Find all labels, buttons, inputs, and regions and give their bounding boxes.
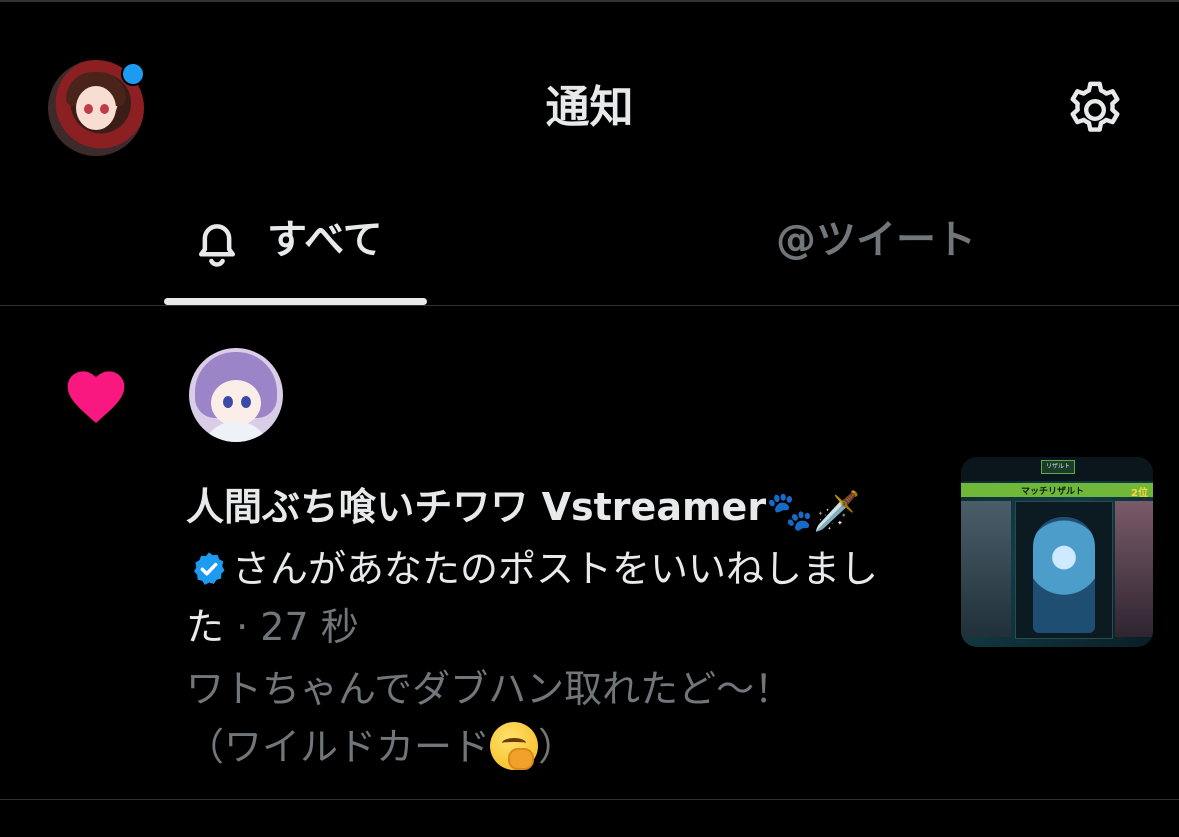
- avatar-body: [203, 422, 269, 442]
- preview-line-2: （ワイルドカード）: [186, 718, 906, 776]
- avatar-face: [211, 380, 261, 426]
- notification-text: 人間ぶち喰いチワワ Vstreamer🐾🗡️さんがあなたのポストをいいねしました…: [186, 478, 906, 656]
- thumbnail-banner-text: マッチリザルト: [1021, 487, 1085, 497]
- name-emoji: 🐾🗡️: [766, 489, 861, 533]
- timestamp: 27 秒: [260, 605, 359, 649]
- bell-icon: [199, 224, 235, 267]
- preview-line-1: ワトちゃんでダブハン取れたど〜！: [186, 667, 793, 711]
- user-name[interactable]: 人間ぶち喰いチワワ Vstreamer: [186, 485, 766, 529]
- heart-icon: [67, 371, 125, 423]
- time-separator: ·: [236, 605, 249, 649]
- post-thumbnail[interactable]: リザルト マッチリザルト 2位: [961, 457, 1153, 647]
- active-tab-indicator: [164, 298, 427, 305]
- avatar-eye: [223, 396, 233, 408]
- verified-badge-icon: [194, 552, 225, 585]
- liker-avatar[interactable]: [189, 348, 283, 442]
- tabs-divider: [0, 305, 1179, 306]
- settings-gear-icon[interactable]: [1060, 77, 1130, 143]
- avatar-eye: [241, 396, 251, 408]
- thumbnail-tab-chip: リザルト: [1041, 460, 1075, 474]
- header: 通知: [0, 0, 1179, 200]
- thumbnail-character: [1033, 517, 1095, 633]
- item-divider: [0, 799, 1179, 800]
- tab-all-label: すべて: [267, 217, 383, 263]
- thumbnail-left-character: [961, 501, 1011, 637]
- tab-all[interactable]: すべて: [164, 200, 427, 306]
- thumbnail-right-character: [1115, 501, 1153, 637]
- tab-tweets[interactable]: @ツイート: [776, 214, 976, 266]
- thumbnail-rank: 2位: [1131, 488, 1148, 499]
- hand-over-mouth-emoji-icon: [490, 722, 539, 770]
- post-preview[interactable]: ワトちゃんでダブハン取れたど〜！ （ワイルドカード）: [186, 660, 906, 776]
- page-title: 通知: [545, 82, 634, 133]
